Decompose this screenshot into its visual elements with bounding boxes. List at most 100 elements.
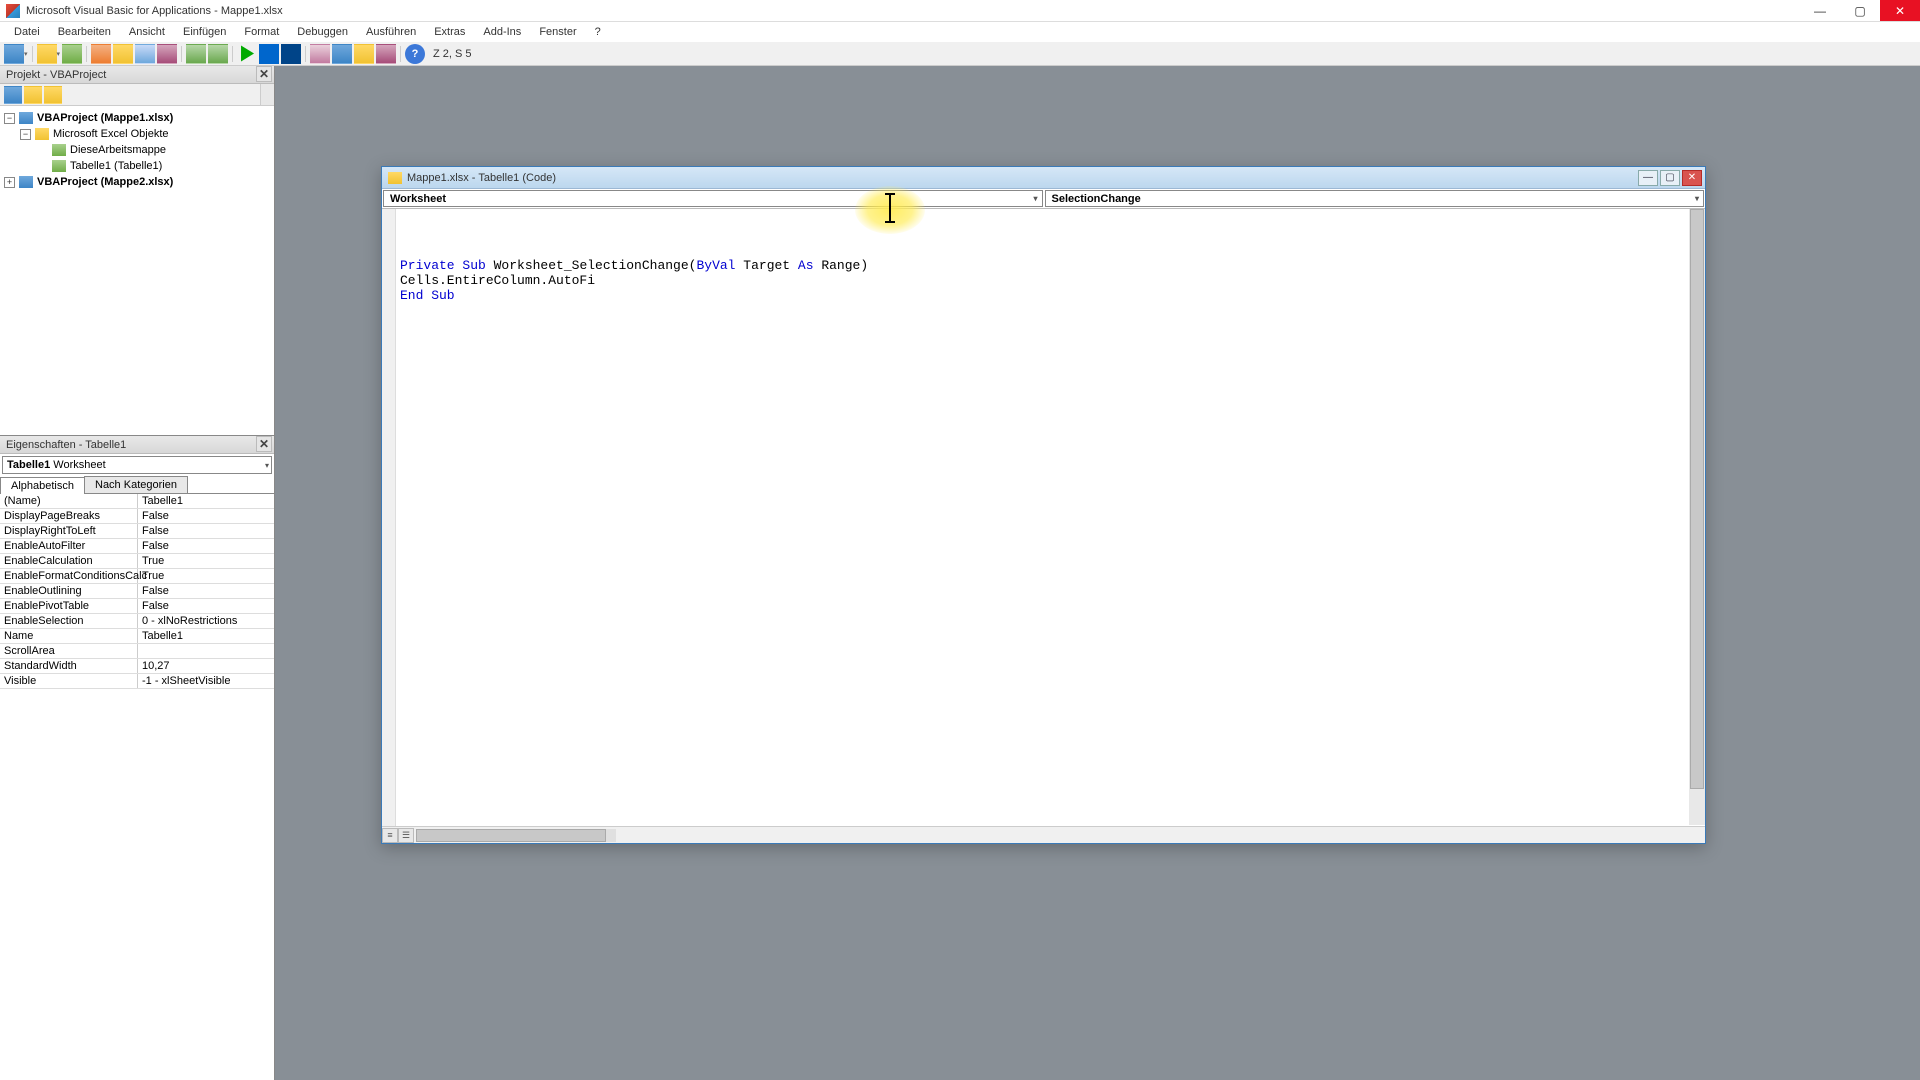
dropdown-arrow-icon[interactable]: ▾: [57, 50, 61, 58]
toggle-folders-button[interactable]: [44, 86, 62, 104]
menu-debuggen[interactable]: Debuggen: [289, 24, 356, 40]
property-value[interactable]: -1 - xlSheetVisible: [138, 674, 274, 688]
menu-einfuegen[interactable]: Einfügen: [175, 24, 234, 40]
full-module-view-button[interactable]: ☰: [398, 828, 414, 843]
property-row[interactable]: EnablePivotTableFalse: [0, 599, 274, 614]
procedure-dropdown[interactable]: SelectionChange ▾: [1045, 190, 1705, 207]
code-window-close-button[interactable]: ✕: [1682, 170, 1702, 186]
horizontal-scrollbar[interactable]: [416, 829, 616, 842]
redo-button[interactable]: [208, 44, 228, 64]
expand-icon[interactable]: +: [4, 177, 15, 188]
undo-button[interactable]: [186, 44, 206, 64]
property-value[interactable]: [138, 644, 274, 658]
code-editor[interactable]: Private Sub Worksheet_SelectionChange(By…: [382, 209, 1705, 826]
menu-bearbeiten[interactable]: Bearbeiten: [50, 24, 119, 40]
properties-panel-title: Eigenschaften - Tabelle1 ✕: [0, 436, 274, 454]
tree-label: VBAProject (Mappe1.xlsx): [37, 112, 173, 124]
dropdown-arrow-icon[interactable]: ▾: [24, 50, 28, 58]
tree-project-1[interactable]: − VBAProject (Mappe1.xlsx): [4, 110, 270, 126]
close-button[interactable]: ✕: [1880, 0, 1920, 21]
help-button[interactable]: ?: [405, 44, 425, 64]
property-value[interactable]: False: [138, 539, 274, 553]
code-window-maximize-button[interactable]: ▢: [1660, 170, 1680, 186]
property-row[interactable]: EnableOutliningFalse: [0, 584, 274, 599]
run-button[interactable]: [237, 44, 257, 64]
property-row[interactable]: NameTabelle1: [0, 629, 274, 644]
project-panel-close-icon[interactable]: ✕: [256, 66, 272, 82]
menu-addins[interactable]: Add-Ins: [475, 24, 529, 40]
code-window-titlebar[interactable]: Mappe1.xlsx - Tabelle1 (Code) — ▢ ✕: [382, 167, 1705, 189]
mdi-client-area: Mappe1.xlsx - Tabelle1 (Code) — ▢ ✕ Work…: [275, 66, 1920, 1080]
property-value[interactable]: Tabelle1: [138, 629, 274, 643]
property-row[interactable]: ScrollArea: [0, 644, 274, 659]
view-object-button[interactable]: [24, 86, 42, 104]
project-tree[interactable]: − VBAProject (Mappe1.xlsx) − Microsoft E…: [0, 106, 274, 435]
code-window-minimize-button[interactable]: —: [1638, 170, 1658, 186]
minimize-button[interactable]: —: [1800, 0, 1840, 21]
property-value[interactable]: False: [138, 584, 274, 598]
properties-panel: Eigenschaften - Tabelle1 ✕ Tabelle1 Work…: [0, 436, 274, 1080]
property-value[interactable]: True: [138, 569, 274, 583]
code-window-buttons: — ▢ ✕: [1638, 170, 1705, 186]
menu-fenster[interactable]: Fenster: [531, 24, 584, 40]
code-text: Private Sub Worksheet_SelectionChange(By…: [400, 258, 1707, 303]
paste-button[interactable]: [135, 44, 155, 64]
object-browser-button[interactable]: [376, 44, 396, 64]
property-value[interactable]: False: [138, 599, 274, 613]
menu-ausfuehren[interactable]: Ausführen: [358, 24, 424, 40]
collapse-icon[interactable]: −: [20, 129, 31, 140]
vertical-scrollbar[interactable]: [1689, 209, 1705, 825]
property-row[interactable]: DisplayRightToLeftFalse: [0, 524, 274, 539]
property-row[interactable]: DisplayPageBreaksFalse: [0, 509, 274, 524]
properties-object-selector[interactable]: Tabelle1 Worksheet ▾: [2, 456, 272, 474]
properties-panel-close-icon[interactable]: ✕: [256, 436, 272, 452]
menu-format[interactable]: Format: [236, 24, 287, 40]
tree-item-workbook[interactable]: DieseArbeitsmappe: [4, 142, 270, 158]
break-button[interactable]: [259, 44, 279, 64]
property-value[interactable]: True: [138, 554, 274, 568]
property-row[interactable]: EnableCalculationTrue: [0, 554, 274, 569]
properties-button[interactable]: [354, 44, 374, 64]
collapse-icon[interactable]: −: [4, 113, 15, 124]
toolbar: ▾ ▾ ? Z 2, S 5: [0, 42, 1920, 66]
view-code-button[interactable]: [4, 86, 22, 104]
property-name: Visible: [0, 674, 138, 688]
property-value[interactable]: 0 - xlNoRestrictions: [138, 614, 274, 628]
project-explorer-button[interactable]: [332, 44, 352, 64]
insert-button[interactable]: [37, 44, 57, 64]
tree-folder[interactable]: − Microsoft Excel Objekte: [4, 126, 270, 142]
property-row[interactable]: EnableFormatConditionsCalcTrue: [0, 569, 274, 584]
view-excel-button[interactable]: [4, 44, 24, 64]
object-type: Worksheet: [53, 459, 105, 471]
tab-nach-kategorien[interactable]: Nach Kategorien: [84, 476, 188, 493]
design-mode-button[interactable]: [310, 44, 330, 64]
scrollbar-thumb[interactable]: [1690, 209, 1704, 789]
save-button[interactable]: [62, 44, 82, 64]
cut-button[interactable]: [91, 44, 111, 64]
property-row[interactable]: Visible-1 - xlSheetVisible: [0, 674, 274, 689]
property-value[interactable]: 10,27: [138, 659, 274, 673]
reset-button[interactable]: [281, 44, 301, 64]
procedure-view-button[interactable]: ≡: [382, 828, 398, 843]
property-row[interactable]: StandardWidth10,27: [0, 659, 274, 674]
property-value[interactable]: Tabelle1: [138, 494, 274, 508]
find-button[interactable]: [157, 44, 177, 64]
tree-project-2[interactable]: + VBAProject (Mappe2.xlsx): [4, 174, 270, 190]
object-dropdown[interactable]: Worksheet ▾: [383, 190, 1043, 207]
property-row[interactable]: EnableSelection0 - xlNoRestrictions: [0, 614, 274, 629]
menu-help[interactable]: ?: [587, 24, 609, 40]
menu-datei[interactable]: Datei: [6, 24, 48, 40]
property-value[interactable]: False: [138, 524, 274, 538]
menu-ansicht[interactable]: Ansicht: [121, 24, 173, 40]
property-row[interactable]: EnableAutoFilterFalse: [0, 539, 274, 554]
copy-button[interactable]: [113, 44, 133, 64]
property-value[interactable]: False: [138, 509, 274, 523]
property-row[interactable]: (Name)Tabelle1: [0, 494, 274, 509]
tree-item-sheet[interactable]: Tabelle1 (Tabelle1): [4, 158, 270, 174]
tab-alphabetisch[interactable]: Alphabetisch: [0, 477, 85, 494]
properties-grid[interactable]: (Name)Tabelle1DisplayPageBreaksFalseDisp…: [0, 494, 274, 1080]
scrollbar-thumb[interactable]: [416, 829, 606, 842]
project-explorer: Projekt - VBAProject ✕ − VBAProject (Map…: [0, 66, 274, 436]
menu-extras[interactable]: Extras: [426, 24, 473, 40]
maximize-button[interactable]: ▢: [1840, 0, 1880, 21]
